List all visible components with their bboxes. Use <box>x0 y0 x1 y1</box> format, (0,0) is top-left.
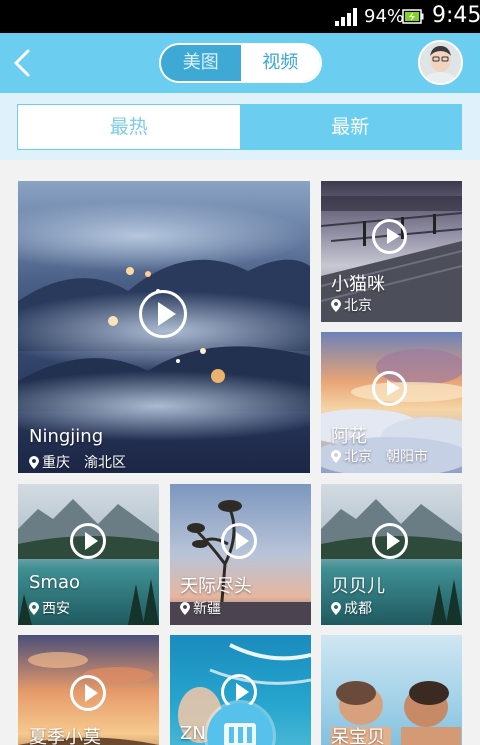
play-icon[interactable] <box>70 523 106 559</box>
battery-icon <box>402 9 424 24</box>
battery-percent: 94% <box>364 6 405 27</box>
video-location: 成都 <box>331 598 372 618</box>
video-camera-icon <box>224 723 256 745</box>
video-location-text: 西安 <box>42 601 70 617</box>
video-location-text: 重庆 渝北区 <box>42 455 126 471</box>
play-icon[interactable] <box>372 219 407 254</box>
play-icon[interactable] <box>372 371 407 406</box>
video-title: Smao <box>29 572 81 593</box>
play-icon[interactable] <box>139 290 187 338</box>
top-bar: 美图 视频 <box>0 33 480 93</box>
clock: 9:45 <box>432 3 480 28</box>
location-pin-icon <box>331 601 341 615</box>
video-location: 北京 朝阳市 <box>331 446 428 466</box>
tab-photos[interactable]: 美图 <box>161 45 241 81</box>
sort-tabs: 最热 最新 <box>17 104 462 150</box>
user-avatar-icon <box>420 42 461 83</box>
location-pin-icon <box>180 601 190 615</box>
video-title: 贝贝儿 <box>331 576 385 597</box>
play-icon[interactable] <box>221 523 257 559</box>
video-card[interactable]: Ningjing 重庆 渝北区 <box>18 181 310 473</box>
tab-newest[interactable]: 最新 <box>239 105 461 149</box>
video-location-text: 北京 朝阳市 <box>344 449 428 465</box>
avatar[interactable] <box>418 40 463 85</box>
video-card[interactable]: 阿花 北京 朝阳市 <box>321 332 462 473</box>
video-location: 西安 <box>29 598 70 618</box>
location-pin-icon <box>331 298 341 312</box>
video-title: 天际尽头 <box>180 576 252 597</box>
video-title: 呆宝贝 <box>331 727 385 745</box>
play-icon[interactable] <box>372 523 408 559</box>
video-card[interactable]: 贝贝儿 成都 <box>321 484 462 625</box>
video-card[interactable]: 夏季小莫 <box>18 635 159 745</box>
play-icon[interactable] <box>70 675 106 711</box>
video-title: 阿花 <box>331 426 367 447</box>
video-location: 新疆 <box>180 598 221 618</box>
video-title: Ningjing <box>29 426 104 447</box>
location-pin-icon <box>29 455 39 469</box>
video-location-text: 新疆 <box>193 601 221 617</box>
location-pin-icon <box>331 449 341 463</box>
video-card[interactable]: 天际尽头 新疆 <box>170 484 311 625</box>
video-title: 小猫咪 <box>331 274 385 295</box>
video-card[interactable]: Smao 西安 <box>18 484 159 625</box>
status-bar: 94% 9:45 <box>0 0 480 33</box>
video-title: 夏季小莫 <box>29 727 101 745</box>
tab-hottest[interactable]: 最热 <box>18 105 240 149</box>
video-location: 北京 <box>331 295 372 315</box>
video-location: 重庆 渝北区 <box>29 452 126 472</box>
media-type-switch: 美图 视频 <box>159 43 322 83</box>
video-location-text: 成都 <box>344 601 372 617</box>
video-card[interactable]: 呆宝贝 <box>321 635 462 745</box>
video-grid: Ningjing 重庆 渝北区 小猫咪 北京 阿花 北京 朝阳市 Smao 西安… <box>0 160 480 745</box>
tab-videos[interactable]: 视频 <box>240 45 320 81</box>
location-pin-icon <box>29 601 39 615</box>
chevron-left-icon[interactable] <box>10 48 36 78</box>
video-title: ZN <box>180 723 206 744</box>
video-card[interactable]: 小猫咪 北京 <box>321 181 462 322</box>
record-video-button[interactable] <box>207 703 273 745</box>
signal-icon <box>335 8 357 26</box>
video-location-text: 北京 <box>344 298 372 314</box>
sort-bar: 最热 最新 <box>0 93 480 160</box>
